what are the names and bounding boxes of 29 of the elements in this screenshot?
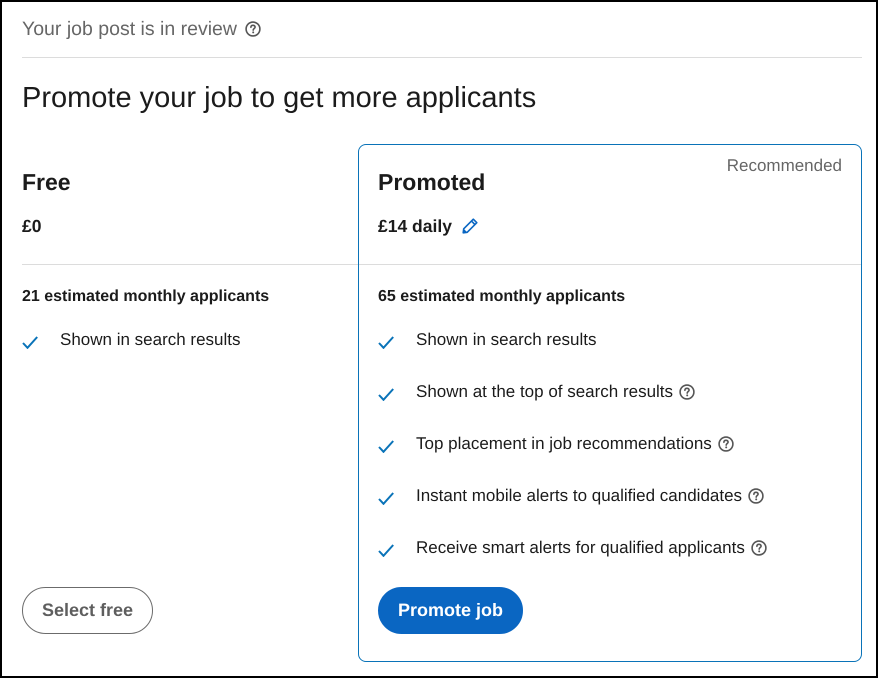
feature-text: Shown in search results <box>60 330 240 350</box>
feature-text: Shown at the top of search results <box>416 382 674 402</box>
plan-price: £14 daily <box>378 216 452 236</box>
help-icon[interactable] <box>750 540 767 556</box>
help-icon[interactable] <box>748 488 764 504</box>
check-icon <box>378 544 394 556</box>
check-icon <box>378 492 394 504</box>
feature-text: Shown in search results <box>416 330 596 350</box>
feature-text: Instant mobile alerts to qualified candidates <box>416 486 742 506</box>
check-icon <box>22 336 38 348</box>
help-icon[interactable] <box>679 384 696 400</box>
feature-text: Receive smart alerts for qualified applicants <box>416 538 745 558</box>
applicants-estimate: 65 estimated monthly applicants <box>378 287 626 307</box>
check-icon <box>378 388 394 400</box>
plan-name: Promoted <box>378 168 486 196</box>
page-title: Promote your job to get more applicants <box>22 81 538 116</box>
plan-name: Free <box>22 168 71 196</box>
check-icon <box>378 336 394 348</box>
status-text: Your job post is in review <box>22 18 237 40</box>
pencil-icon[interactable] <box>462 218 478 234</box>
plan-price: £0 <box>22 216 42 236</box>
recommended-label: Recommended <box>726 156 842 176</box>
promote-button[interactable]: Promote job <box>378 587 524 634</box>
check-icon <box>378 440 394 452</box>
select-button[interactable]: Select free <box>22 587 154 634</box>
help-icon[interactable] <box>244 21 261 37</box>
applicants-estimate: 21 estimated monthly applicants <box>22 287 270 307</box>
feature-text: Top placement in job recommendations <box>416 434 712 454</box>
help-icon[interactable] <box>718 436 734 452</box>
